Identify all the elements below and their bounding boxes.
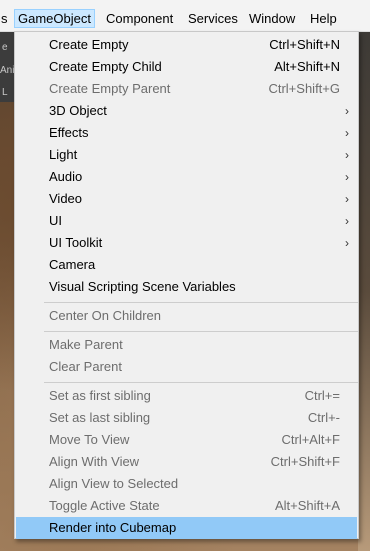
menu-item-shortcut: Ctrl+Alt+F xyxy=(281,432,340,447)
menu-separator xyxy=(44,382,358,383)
menu-item-ui[interactable]: UI › xyxy=(16,210,357,232)
menu-item-clear-parent[interactable]: Clear Parent xyxy=(16,356,357,378)
animation-tab-label[interactable]: Ani xyxy=(0,65,14,76)
menubar-item-services[interactable]: Services xyxy=(184,9,242,28)
menu-item-make-parent[interactable]: Make Parent xyxy=(16,334,357,356)
menu-item-shortcut: Alt+Shift+A xyxy=(274,498,340,513)
toolbar-glyph[interactable]: e xyxy=(2,42,8,53)
menu-item-label: Render into Cubemap xyxy=(49,520,177,535)
menu-item-label: Create Empty Parent xyxy=(49,81,171,96)
menu-item-label: UI Toolkit xyxy=(49,235,103,250)
menu-item-label: Clear Parent xyxy=(49,359,122,374)
submenu-arrow-icon: › xyxy=(345,148,349,162)
menu-item-shortcut: Ctrl+Shift+F xyxy=(270,454,340,469)
menu-item-shortcut: Alt+Shift+N xyxy=(274,59,340,74)
submenu-arrow-icon: › xyxy=(345,170,349,184)
menubar-item-gameobject[interactable]: GameObject xyxy=(14,9,95,28)
menu-item-shortcut: Ctrl+= xyxy=(304,388,340,403)
menu-item-label: Create Empty Child xyxy=(49,59,162,74)
menu-item-label: 3D Object xyxy=(49,103,107,118)
menu-item-ui-toolkit[interactable]: UI Toolkit › xyxy=(16,232,357,254)
submenu-arrow-icon: › xyxy=(345,104,349,118)
menu-item-label: Align View to Selected xyxy=(49,476,179,491)
menu-item-label: Toggle Active State xyxy=(49,498,160,513)
menu-item-label: Camera xyxy=(49,257,96,272)
menu-item-label: Center On Children xyxy=(49,308,161,323)
menu-item-render-into-cubemap[interactable]: Render into Cubemap xyxy=(16,517,357,539)
menu-separator xyxy=(44,331,358,332)
menu-item-shortcut: Ctrl+- xyxy=(307,410,340,425)
menu-item-create-empty-child[interactable]: Create Empty Child Alt+Shift+N xyxy=(16,56,357,78)
menu-item-label: Video xyxy=(49,191,83,206)
menu-item-video[interactable]: Video › xyxy=(16,188,357,210)
menu-item-effects[interactable]: Effects › xyxy=(16,122,357,144)
menu-item-label: Audio xyxy=(49,169,83,184)
gameobject-dropdown-menu: Create Empty Ctrl+Shift+N Create Empty C… xyxy=(14,31,359,539)
scene-toolbar: e Ani L xyxy=(0,32,14,102)
menu-item-shortcut: Ctrl+Shift+G xyxy=(268,81,340,96)
menu-item-label: Move To View xyxy=(49,432,130,447)
submenu-arrow-icon: › xyxy=(345,192,349,206)
unity-editor-window: s GameObject Component Services Window H… xyxy=(0,0,370,551)
menu-item-visual-scripting-scene-variables[interactable]: Visual Scripting Scene Variables xyxy=(16,276,357,298)
menu-item-3d-object[interactable]: 3D Object › xyxy=(16,100,357,122)
menu-item-label: Set as last sibling xyxy=(49,410,151,425)
menubar-item-window[interactable]: Window xyxy=(245,9,299,28)
menu-bar: s GameObject Component Services Window H… xyxy=(0,6,370,32)
menu-item-align-view-to-selected[interactable]: Align View to Selected xyxy=(16,473,357,495)
menu-item-label: Light xyxy=(49,147,78,162)
menu-item-label: Effects xyxy=(49,125,89,140)
submenu-arrow-icon: › xyxy=(345,126,349,140)
submenu-arrow-icon: › xyxy=(345,236,349,250)
menu-item-set-as-first-sibling[interactable]: Set as first sibling Ctrl+= xyxy=(16,385,357,407)
menu-item-label: Make Parent xyxy=(49,337,123,352)
menu-item-create-empty[interactable]: Create Empty Ctrl+Shift+N xyxy=(16,34,357,56)
scene-view-edge xyxy=(358,32,370,551)
submenu-arrow-icon: › xyxy=(345,214,349,228)
menu-item-label: UI xyxy=(49,213,62,228)
toolbar-glyph[interactable]: L xyxy=(2,87,8,98)
menubar-item-component[interactable]: Component xyxy=(102,9,177,28)
menu-item-camera[interactable]: Camera xyxy=(16,254,357,276)
menubar-item-help[interactable]: Help xyxy=(306,9,341,28)
menu-item-move-to-view[interactable]: Move To View Ctrl+Alt+F xyxy=(16,429,357,451)
menu-item-toggle-active-state[interactable]: Toggle Active State Alt+Shift+A xyxy=(16,495,357,517)
menu-item-label: Create Empty xyxy=(49,37,129,52)
menu-item-label: Visual Scripting Scene Variables xyxy=(49,279,236,294)
menu-item-shortcut: Ctrl+Shift+N xyxy=(269,37,340,52)
menu-item-create-empty-parent[interactable]: Create Empty Parent Ctrl+Shift+G xyxy=(16,78,357,100)
menubar-item-edit[interactable]: s xyxy=(0,9,12,28)
menu-item-label: Set as first sibling xyxy=(49,388,151,403)
menu-item-label: Align With View xyxy=(49,454,140,469)
menu-item-audio[interactable]: Audio › xyxy=(16,166,357,188)
menu-separator xyxy=(44,302,358,303)
menu-item-center-on-children[interactable]: Center On Children xyxy=(16,305,357,327)
menu-item-set-as-last-sibling[interactable]: Set as last sibling Ctrl+- xyxy=(16,407,357,429)
menu-item-light[interactable]: Light › xyxy=(16,144,357,166)
menu-item-align-with-view[interactable]: Align With View Ctrl+Shift+F xyxy=(16,451,357,473)
